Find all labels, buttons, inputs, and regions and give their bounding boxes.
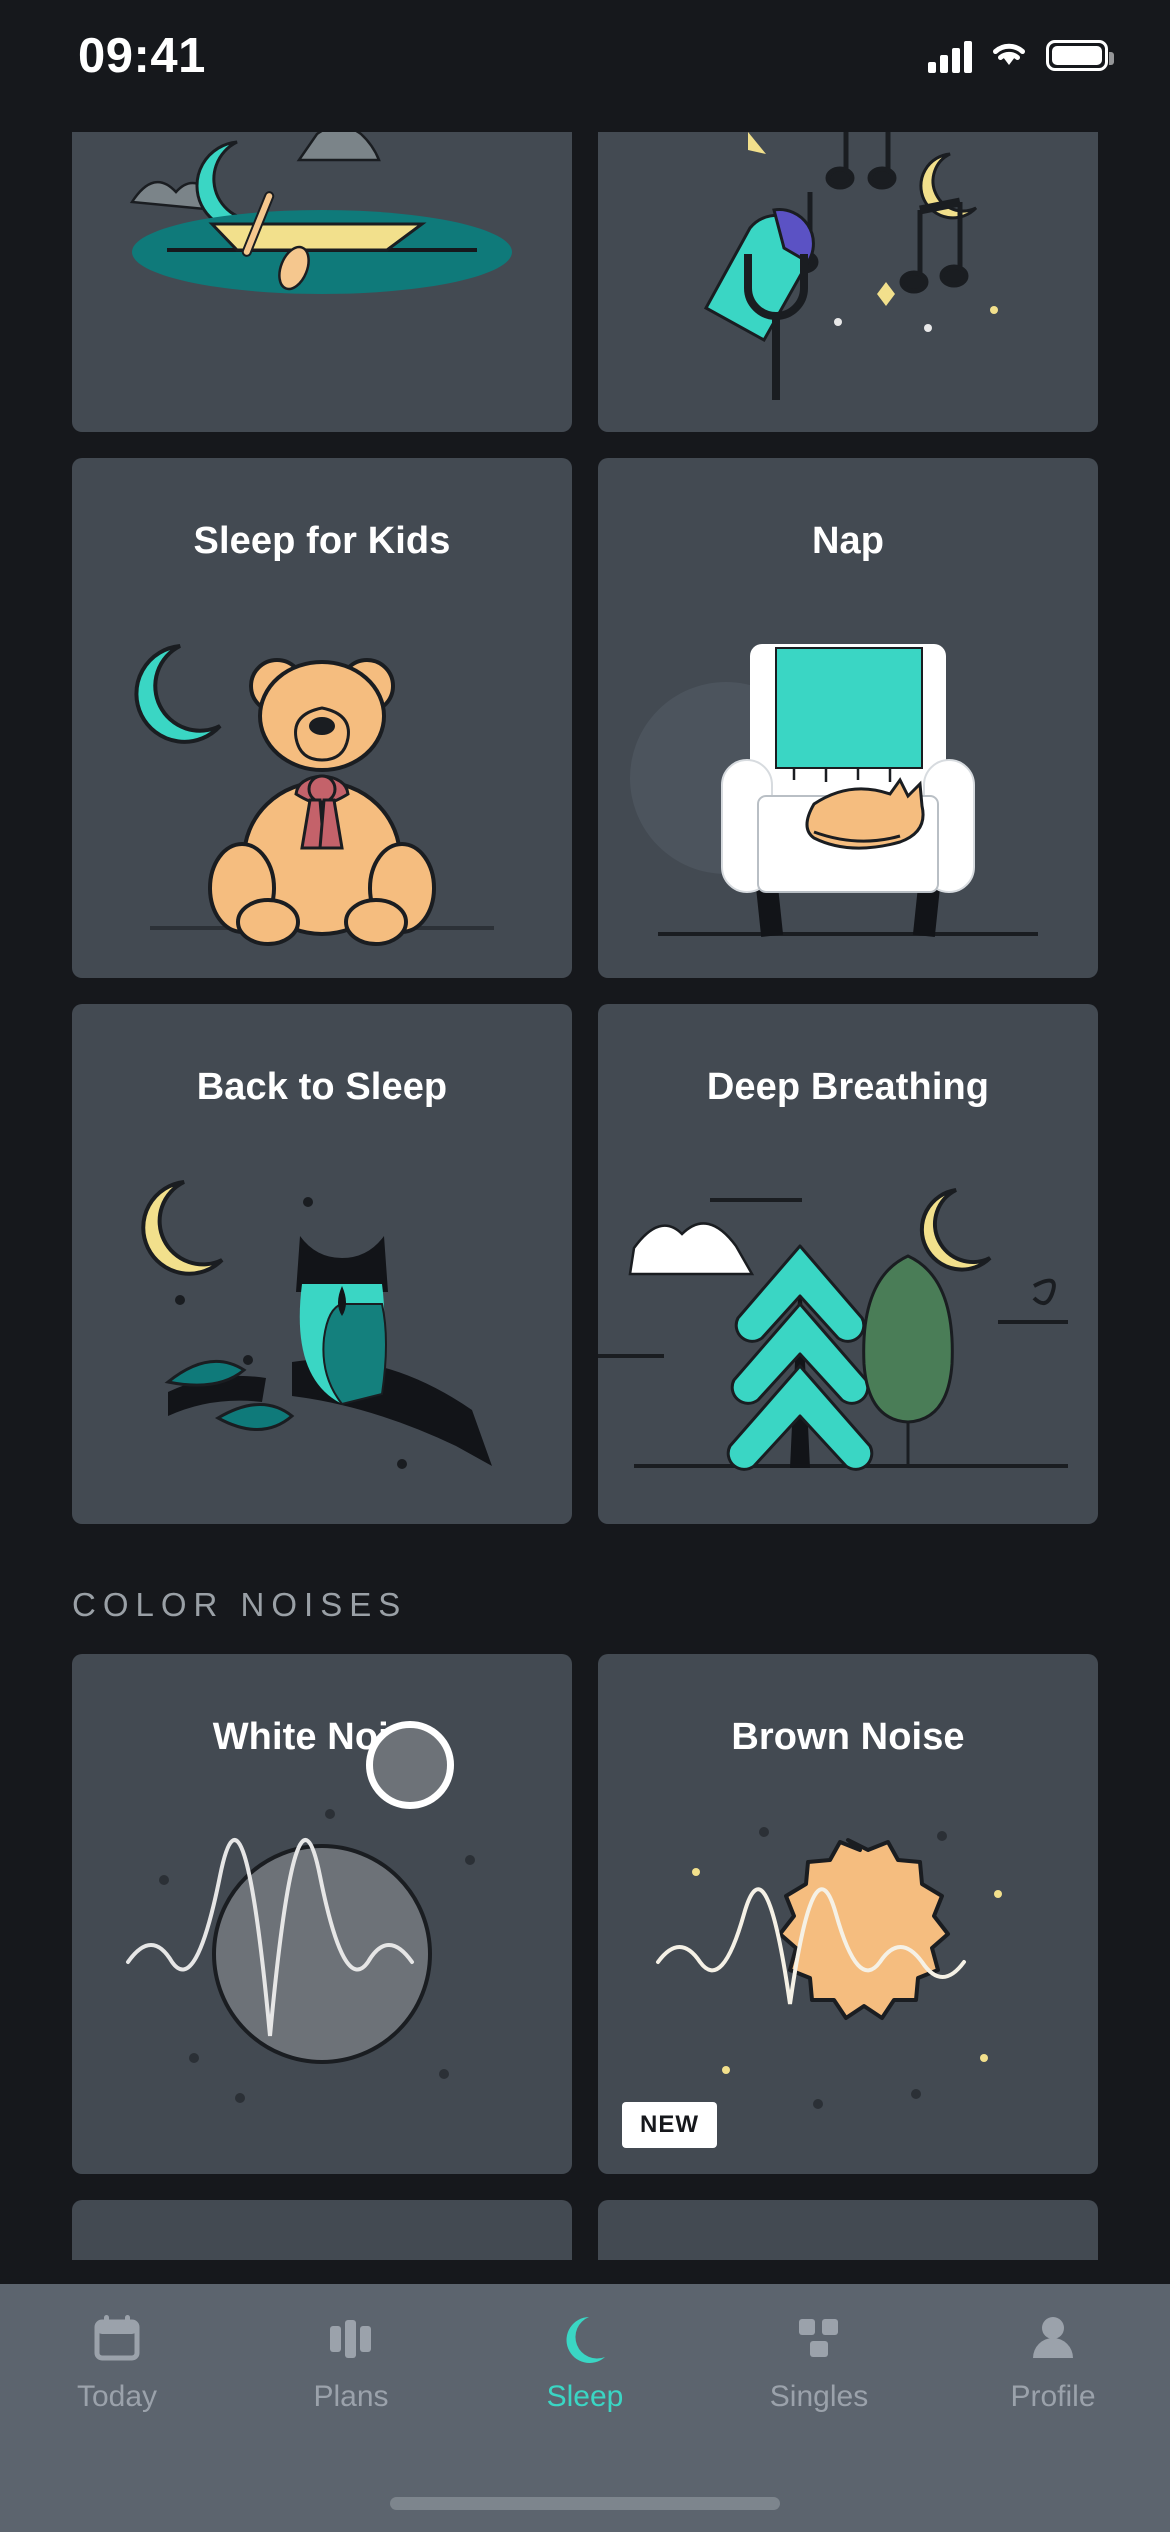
card-next-left[interactable] xyxy=(72,2200,572,2260)
battery-icon xyxy=(1046,40,1114,71)
status-indicators xyxy=(928,38,1114,73)
card-rowboat[interactable] xyxy=(72,132,572,432)
card-deep-breathing[interactable]: Deep Breathing xyxy=(598,1004,1098,1524)
tab-sleep[interactable]: Sleep xyxy=(468,2310,702,2414)
card-next-right[interactable] xyxy=(598,2200,1098,2260)
wifi-icon xyxy=(989,38,1029,73)
scroll-content[interactable]: Sleep for Kids Nap Back to Sleep Deep Br… xyxy=(0,132,1170,2384)
card-title: Nap xyxy=(811,520,885,562)
tab-label: Today xyxy=(76,2380,158,2413)
card-title: Sleep for Kids xyxy=(193,520,451,562)
cursor-indicator xyxy=(366,1721,454,1809)
home-indicator xyxy=(390,2497,780,2510)
card-row-1: Sleep for Kids Nap xyxy=(0,458,1170,978)
card-row-4-partial xyxy=(0,2200,1170,2260)
microphone-music-illustration xyxy=(598,132,1098,432)
card-title: Back to Sleep xyxy=(196,1066,448,1108)
tab-label: Singles xyxy=(769,2380,869,2413)
tab-label: Profile xyxy=(1010,2380,1096,2413)
app-screen: 09:41 Sleep for Kids Nap Back to Sleep D… xyxy=(0,0,1170,2532)
card-back-to-sleep[interactable]: Back to Sleep xyxy=(72,1004,572,1524)
status-bar: 09:41 xyxy=(0,0,1170,132)
tab-singles[interactable]: Singles xyxy=(702,2310,936,2414)
tab-plans[interactable]: Plans xyxy=(234,2310,468,2414)
moon-icon xyxy=(557,2310,613,2366)
status-time: 09:41 xyxy=(78,29,206,83)
tab-today[interactable]: Today xyxy=(0,2310,234,2414)
calendar-icon xyxy=(89,2310,145,2366)
squares-icon xyxy=(791,2310,847,2366)
section-title-color-noises: COLOR NOISES xyxy=(72,1586,408,1623)
rowboat-night-illustration xyxy=(72,132,572,432)
card-row-2: Back to Sleep Deep Breathing xyxy=(0,1004,1170,1524)
card-nap[interactable]: Nap xyxy=(598,458,1098,978)
person-icon xyxy=(1025,2310,1081,2366)
columns-icon xyxy=(323,2310,379,2366)
tab-profile[interactable]: Profile xyxy=(936,2310,1170,2414)
card-title: Deep Breathing xyxy=(706,1066,990,1108)
card-title: Brown Noise xyxy=(731,1716,965,1758)
card-row-3: White Noise Brown Noise NEW xyxy=(0,1654,1170,2174)
tab-label: Sleep xyxy=(546,2380,624,2413)
tab-label: Plans xyxy=(313,2380,389,2413)
signal-bars-icon xyxy=(928,39,972,73)
card-row-partial xyxy=(0,132,1170,432)
card-microphone-music[interactable] xyxy=(598,132,1098,432)
card-brown-noise[interactable]: Brown Noise NEW xyxy=(598,1654,1098,2174)
card-title: White Noise xyxy=(212,1716,432,1758)
status-badge-new: NEW xyxy=(622,2102,717,2148)
bottom-tab-bar: Today Plans Sleep Singles Profile xyxy=(0,2284,1170,2532)
card-white-noise[interactable]: White Noise xyxy=(72,1654,572,2174)
card-sleep-for-kids[interactable]: Sleep for Kids xyxy=(72,458,572,978)
